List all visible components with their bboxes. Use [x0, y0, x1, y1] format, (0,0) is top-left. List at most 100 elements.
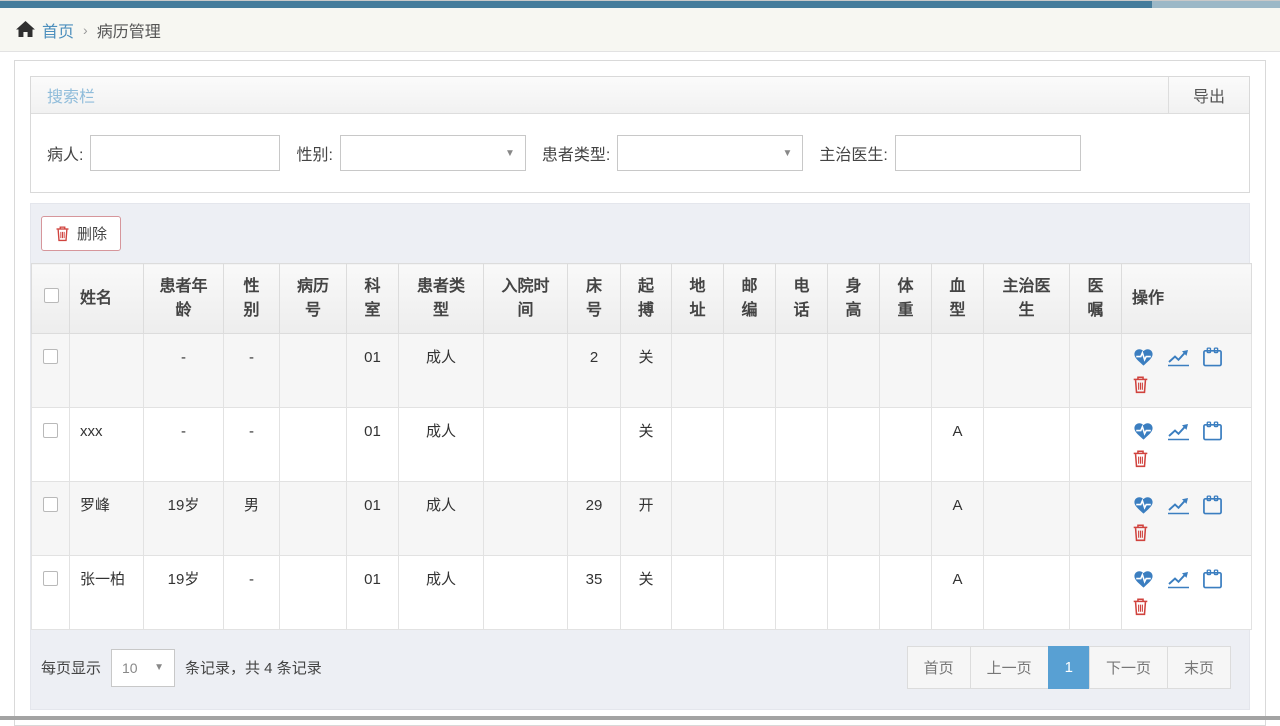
table-row: 张一柏19岁-01成人35关A [32, 556, 1252, 630]
heart-pulse-icon[interactable] [1132, 347, 1155, 367]
trash-icon[interactable] [1132, 523, 1149, 542]
table-cell [70, 334, 144, 408]
calendar-icon[interactable] [1202, 495, 1223, 515]
export-button[interactable]: 导出 [1168, 77, 1249, 113]
calendar-icon[interactable] [1202, 421, 1223, 441]
pagination: 首页上一页1下一页末页 [908, 646, 1231, 689]
table-cell [672, 556, 724, 630]
page-title: 病历管理 [97, 18, 161, 42]
select-all-checkbox[interactable] [44, 288, 59, 303]
column-header: 主治医生 [984, 264, 1070, 334]
table-cell [776, 408, 828, 482]
chevron-down-icon: ▼ [505, 148, 515, 159]
chevron-down-icon: ▼ [782, 148, 792, 159]
row-checkbox[interactable] [43, 423, 58, 438]
records-count-text: 条记录，共 4 条记录 [185, 657, 322, 678]
table-cell [984, 334, 1070, 408]
grid-toolbar: 删除 [31, 204, 1249, 263]
per-page-label: 每页显示 [41, 657, 101, 678]
table-cell [672, 334, 724, 408]
heart-pulse-icon[interactable] [1132, 421, 1155, 441]
trash-icon[interactable] [1132, 449, 1149, 468]
table-cell: 成人 [399, 408, 484, 482]
trend-chart-icon[interactable] [1166, 569, 1191, 589]
table-cell [828, 408, 880, 482]
table-cell: 关 [621, 556, 672, 630]
pagination-button[interactable]: 首页 [907, 646, 971, 689]
calendar-icon[interactable] [1202, 347, 1223, 367]
table-cell [828, 334, 880, 408]
column-header: 病历号 [280, 264, 347, 334]
table-cell: 成人 [399, 334, 484, 408]
table-cell [776, 556, 828, 630]
table-cell: - [144, 334, 224, 408]
column-header: 体重 [880, 264, 932, 334]
table-cell [880, 482, 932, 556]
patient-input[interactable] [90, 135, 280, 171]
row-checkbox[interactable] [43, 497, 58, 512]
column-header: 电话 [776, 264, 828, 334]
table-cell: 男 [224, 482, 280, 556]
table-cell: A [932, 408, 984, 482]
trend-chart-icon[interactable] [1166, 347, 1191, 367]
table-cell [672, 482, 724, 556]
trash-icon[interactable] [1132, 597, 1149, 616]
trend-chart-icon[interactable] [1166, 421, 1191, 441]
search-panel-title: 搜索栏 [31, 77, 95, 113]
heart-pulse-icon[interactable] [1132, 495, 1155, 515]
table-cell [984, 556, 1070, 630]
row-checkbox-cell [32, 408, 70, 482]
row-actions-cell [1122, 408, 1252, 482]
delete-button[interactable]: 删除 [41, 216, 121, 251]
table-cell: - [224, 556, 280, 630]
table-cell: xxx [70, 408, 144, 482]
table-cell [280, 408, 347, 482]
gender-select[interactable]: ▼ [340, 135, 526, 171]
column-header: 身高 [828, 264, 880, 334]
column-header: 操作 [1122, 264, 1252, 334]
column-header: 入院时间 [484, 264, 568, 334]
trend-chart-icon[interactable] [1166, 495, 1191, 515]
per-page-control: 每页显示 10 ▼ 条记录，共 4 条记录 [41, 649, 322, 687]
pagination-button[interactable]: 末页 [1167, 646, 1231, 689]
calendar-icon[interactable] [1202, 569, 1223, 589]
breadcrumb-home-link[interactable]: 首页 [16, 18, 74, 42]
doctor-input[interactable] [895, 135, 1081, 171]
table-cell [280, 556, 347, 630]
row-checkbox-cell [32, 556, 70, 630]
pagination-button[interactable]: 下一页 [1089, 646, 1168, 689]
select-all-header-cell [32, 264, 70, 334]
patient-field-label: 病人: [47, 141, 83, 165]
heart-pulse-icon[interactable] [1132, 569, 1155, 589]
column-header: 患者类型 [399, 264, 484, 334]
table-cell: 2 [568, 334, 621, 408]
row-checkbox[interactable] [43, 571, 58, 586]
patient-type-field-label: 患者类型: [542, 141, 610, 165]
table-cell: 29 [568, 482, 621, 556]
column-header: 医嘱 [1070, 264, 1122, 334]
table-cell [280, 334, 347, 408]
table-cell [672, 408, 724, 482]
row-checkbox-cell [32, 334, 70, 408]
table-cell [724, 334, 776, 408]
table-row: 罗峰19岁男01成人29开A [32, 482, 1252, 556]
search-panel: 搜索栏 导出 病人: 性别: ▼ 患者类型: ▼ 主治医生: [30, 76, 1250, 193]
row-checkbox[interactable] [43, 349, 58, 364]
top-scrollbar[interactable] [0, 0, 1280, 8]
column-header: 地址 [672, 264, 724, 334]
pagination-current-page[interactable]: 1 [1048, 646, 1090, 689]
table-cell: 开 [621, 482, 672, 556]
row-actions-cell [1122, 556, 1252, 630]
table-cell: 19岁 [144, 482, 224, 556]
column-header: 血型 [932, 264, 984, 334]
per-page-select[interactable]: 10 ▼ [111, 649, 175, 687]
search-panel-header: 搜索栏 导出 [31, 77, 1249, 114]
table-cell [932, 334, 984, 408]
table-cell: - [144, 408, 224, 482]
table-cell: 成人 [399, 482, 484, 556]
breadcrumb-home-label: 首页 [42, 18, 74, 42]
trash-icon[interactable] [1132, 375, 1149, 394]
pagination-button[interactable]: 上一页 [970, 646, 1049, 689]
table-cell: 关 [621, 408, 672, 482]
patient-type-select[interactable]: ▼ [617, 135, 803, 171]
